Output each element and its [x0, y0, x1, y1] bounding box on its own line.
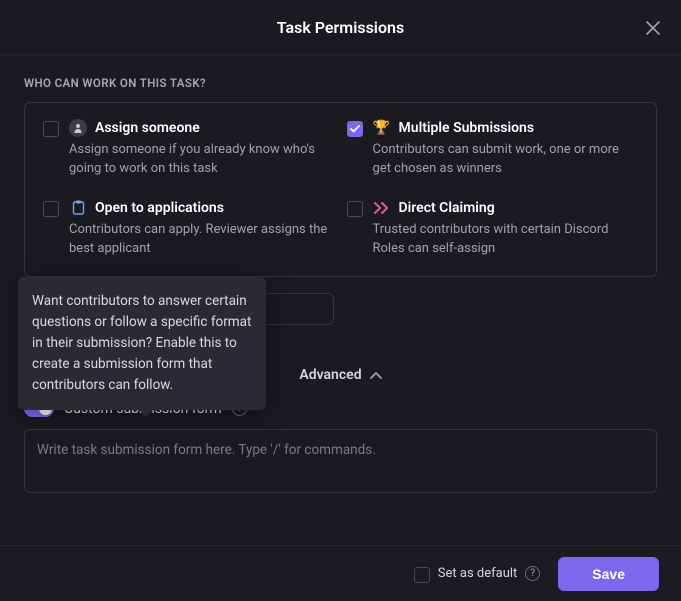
perm-direct-checkbox[interactable]	[347, 201, 363, 217]
perm-assign-title: Assign someone	[95, 120, 200, 136]
close-button[interactable]	[641, 16, 665, 40]
tooltip-text: Want contributors to answer certain ques…	[32, 293, 251, 393]
perm-assign-checkbox[interactable]	[43, 121, 59, 137]
modal-content: WHO CAN WORK ON THIS TASK? Assign someon…	[0, 56, 681, 493]
modal-footer: Set as default ? Save	[0, 545, 681, 601]
close-icon	[646, 21, 660, 35]
perm-direct-title: Direct Claiming	[399, 200, 495, 216]
perm-open-desc: Contributors can apply. Reviewer assigns…	[69, 221, 335, 259]
perm-open-title: Open to applications	[95, 200, 224, 216]
submission-form-input[interactable]: Write task submission form here. Type '/…	[24, 429, 657, 493]
clipboard-icon	[69, 199, 87, 217]
person-icon	[69, 119, 87, 137]
perm-multiple-submissions: 🏆 Multiple Submissions Contributors can …	[347, 119, 639, 179]
advanced-label: Advanced	[299, 367, 361, 383]
trophy-icon: 🏆	[373, 119, 391, 137]
help-icon[interactable]: ?	[525, 566, 540, 581]
modal-header: Task Permissions	[0, 0, 681, 56]
perm-open-applications: Open to applications Contributors can ap…	[43, 199, 335, 259]
double-chevron-icon	[373, 199, 391, 217]
modal-title: Task Permissions	[277, 18, 404, 37]
perm-multiple-checkbox[interactable]	[347, 121, 363, 137]
perm-multiple-desc: Contributors can submit work, one or mor…	[373, 141, 639, 179]
tooltip: Want contributors to answer certain ques…	[18, 277, 266, 410]
set-default-checkbox[interactable]	[414, 567, 430, 583]
perm-multiple-title: Multiple Submissions	[399, 120, 535, 136]
perm-direct-claiming: Direct Claiming Trusted contributors wit…	[347, 199, 639, 259]
perm-direct-desc: Trusted contributors with certain Discor…	[373, 221, 639, 259]
section-label: WHO CAN WORK ON THIS TASK?	[24, 76, 657, 90]
set-default-group: Set as default ?	[414, 565, 541, 583]
perm-assign-desc: Assign someone if you already know who's…	[69, 141, 335, 179]
permissions-box: Assign someone Assign someone if you alr…	[24, 102, 657, 277]
set-default-label: Set as default	[438, 566, 518, 581]
submission-form-placeholder: Write task submission form here. Type '/…	[37, 442, 376, 458]
chevron-up-icon	[370, 365, 382, 384]
perm-open-checkbox[interactable]	[43, 201, 59, 217]
perm-assign-someone: Assign someone Assign someone if you alr…	[43, 119, 335, 179]
save-button[interactable]: Save	[558, 557, 659, 591]
